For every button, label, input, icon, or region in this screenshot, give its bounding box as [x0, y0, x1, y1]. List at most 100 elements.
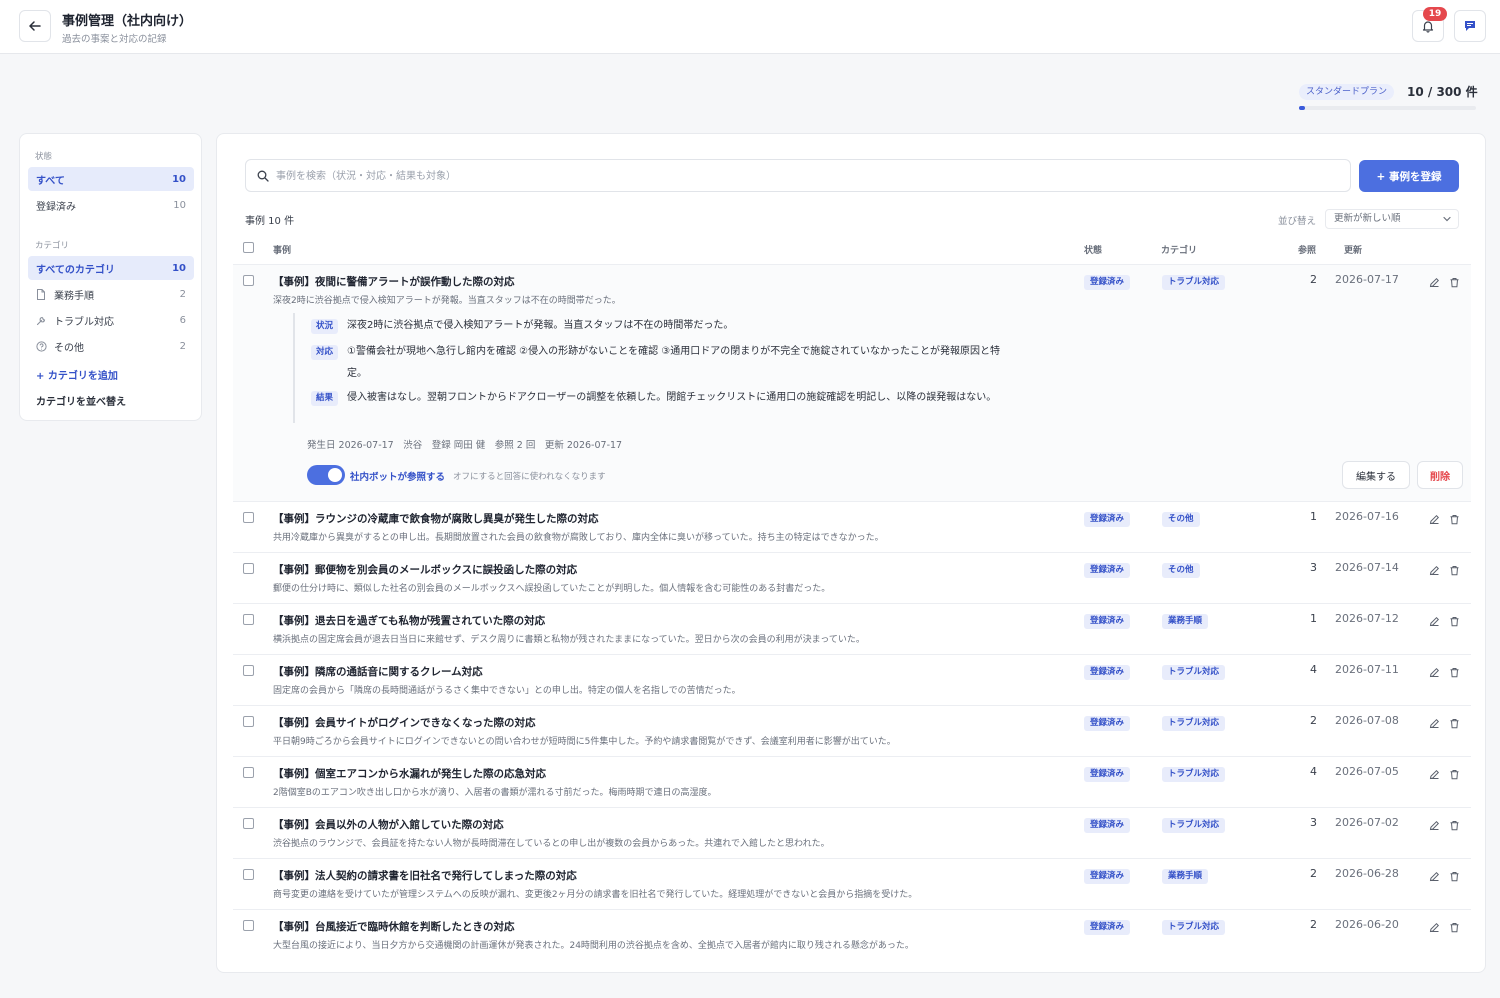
- delete-row-button[interactable]: [1447, 716, 1461, 730]
- pencil-icon: [1429, 565, 1439, 575]
- row-checkbox[interactable]: [243, 275, 254, 286]
- delete-row-button[interactable]: [1447, 818, 1461, 832]
- table-row[interactable]: 【事例】個室エアコンから水漏れが発生した際の応急対応 2階個室Bのエアコン吹き出…: [233, 756, 1471, 807]
- trash-icon: [1450, 277, 1458, 287]
- case-title[interactable]: 【事例】会員以外の人物が入館していた際の対応: [273, 817, 504, 832]
- delete-row-button[interactable]: [1447, 869, 1461, 883]
- chat-button[interactable]: [1454, 10, 1486, 42]
- category-filter-label: 業務手順: [54, 290, 94, 302]
- bell-icon: [1422, 21, 1434, 33]
- table-row[interactable]: 【事例】法人契約の請求書を旧社名で発行してしまった際の対応 商号変更の連絡を受け…: [233, 858, 1471, 909]
- row-checkbox[interactable]: [243, 869, 254, 880]
- case-title[interactable]: 【事例】法人契約の請求書を旧社名で発行してしまった際の対応: [273, 868, 577, 883]
- category-filter-label: トラブル対応: [54, 316, 114, 328]
- case-title[interactable]: 【事例】退去日を過ぎても私物が残置されていた際の対応: [273, 613, 545, 628]
- ref-count: 4: [1310, 765, 1317, 778]
- sort-select[interactable]: 更新が新しい順: [1325, 209, 1459, 229]
- delete-row-button[interactable]: [1447, 614, 1461, 628]
- trash-icon: [1450, 616, 1458, 626]
- sort-categories-link[interactable]: カテゴリを並べ替え: [36, 393, 126, 408]
- case-title[interactable]: 【事例】夜間に警備アラートが誤作動した際の対応: [273, 274, 515, 289]
- delete-row-button[interactable]: [1447, 512, 1461, 526]
- case-title[interactable]: 【事例】会員サイトがログインできなくなった際の対応: [273, 715, 536, 730]
- row-checkbox[interactable]: [243, 512, 254, 523]
- edit-row-button[interactable]: [1427, 512, 1441, 526]
- table-row[interactable]: 【事例】退去日を過ぎても私物が残置されていた際の対応 横浜拠点の固定席会員が退去…: [233, 603, 1471, 654]
- table-row[interactable]: 【事例】夜間に警備アラートが誤作動した際の対応 深夜2時に渋谷拠点で侵入検知アラ…: [233, 264, 1471, 501]
- sort-select-value: 更新が新しい順: [1334, 213, 1401, 224]
- delete-row-button[interactable]: [1447, 920, 1461, 934]
- table-row[interactable]: 【事例】ラウンジの冷蔵庫で飲食物が腐敗し異臭が発生した際の対応 共用冷蔵庫から異…: [233, 501, 1471, 552]
- search-input[interactable]: [276, 166, 1336, 186]
- edit-row-button[interactable]: [1427, 767, 1441, 781]
- ref-count: 2: [1310, 867, 1317, 880]
- case-title[interactable]: 【事例】ラウンジの冷蔵庫で飲食物が腐敗し異臭が発生した際の対応: [273, 511, 599, 526]
- add-case-button[interactable]: + 事例を登録: [1359, 160, 1459, 192]
- delete-row-button[interactable]: [1447, 275, 1461, 289]
- bot-reference-toggle[interactable]: [307, 465, 345, 485]
- case-title[interactable]: 【事例】隣席の通話音に関するクレーム対応: [273, 664, 483, 679]
- row-checkbox[interactable]: [243, 665, 254, 676]
- edit-row-button[interactable]: [1427, 563, 1441, 577]
- case-summary: 2階個室Bのエアコン吹き出し口から水が滴り、入居者の書類が濡れる寸前だった。梅雨…: [273, 788, 717, 798]
- edit-row-button[interactable]: [1427, 665, 1441, 679]
- delete-row-button[interactable]: [1447, 767, 1461, 781]
- table-row[interactable]: 【事例】会員サイトがログインできなくなった際の対応 平日朝9時ごろから会員サイト…: [233, 705, 1471, 756]
- table-row[interactable]: 【事例】台風接近で臨時休館を判断したときの対応 大型台風の接近により、当日夕方か…: [233, 909, 1471, 960]
- status-filter-label: 登録済み: [36, 201, 76, 213]
- row-checkbox[interactable]: [243, 767, 254, 778]
- row-checkbox[interactable]: [243, 920, 254, 931]
- response-tag: 対応: [311, 345, 339, 360]
- status-filter-registered[interactable]: 登録済み 10: [28, 193, 194, 217]
- edit-row-button[interactable]: [1427, 275, 1441, 289]
- edit-row-button[interactable]: [1427, 920, 1441, 934]
- row-checkbox[interactable]: [243, 563, 254, 574]
- back-button[interactable]: [19, 10, 51, 42]
- category-filter-count: 2: [179, 288, 186, 300]
- category-badge: 業務手順: [1162, 869, 1209, 884]
- category-filter-other[interactable]: その他 2: [28, 334, 194, 358]
- add-category-link[interactable]: + カテゴリを追加: [36, 367, 118, 382]
- case-summary: 深夜2時に渋谷拠点で侵入検知アラートが発報。当直スタッフは不在の時間帯だった。: [273, 296, 621, 306]
- result-text: 侵入被害はなし。翌朝フロントからドアクローザーの調整を依頼した。閉館チェックリス…: [347, 392, 997, 403]
- edit-row-button[interactable]: [1427, 614, 1441, 628]
- edit-row-button[interactable]: [1427, 818, 1441, 832]
- case-title[interactable]: 【事例】郵便物を別会員のメールボックスに誤投函した際の対応: [273, 562, 577, 577]
- updated-date: 2026-07-14: [1335, 561, 1399, 574]
- delete-row-button[interactable]: [1447, 563, 1461, 577]
- table-row[interactable]: 【事例】郵便物を別会員のメールボックスに誤投函した際の対応 郵便の仕分け時に、類…: [233, 552, 1471, 603]
- category-filter-all[interactable]: すべてのカテゴリ 10: [28, 256, 194, 280]
- delete-row-button[interactable]: [1447, 665, 1461, 679]
- edit-row-button[interactable]: [1427, 869, 1441, 883]
- pencil-icon: [1429, 616, 1439, 626]
- plan-usage-bar-fill: [1299, 106, 1305, 110]
- row-checkbox[interactable]: [243, 818, 254, 829]
- notification-badge: 19: [1423, 7, 1447, 21]
- row-checkbox[interactable]: [243, 614, 254, 625]
- pencil-icon: [1429, 769, 1439, 779]
- ref-count: 4: [1310, 663, 1317, 676]
- table-row[interactable]: 【事例】会員以外の人物が入館していた際の対応 渋谷拠点のラウンジで、会員証を持た…: [233, 807, 1471, 858]
- updated-date: 2026-07-02: [1335, 816, 1399, 829]
- select-all-checkbox[interactable]: [243, 242, 254, 253]
- category-filter-procedure[interactable]: 業務手順 2: [28, 282, 194, 306]
- table-row[interactable]: 【事例】隣席の通話音に関するクレーム対応 固定席の会員から「隣席の長時間通話がう…: [233, 654, 1471, 705]
- status-filter-all[interactable]: すべて 10: [28, 167, 194, 191]
- delete-case-button[interactable]: 削除: [1417, 461, 1463, 489]
- status-filter-count: 10: [173, 199, 186, 211]
- row-checkbox[interactable]: [243, 716, 254, 727]
- case-title[interactable]: 【事例】個室エアコンから水漏れが発生した際の応急対応: [273, 766, 546, 781]
- status-badge: 登録済み: [1084, 716, 1131, 731]
- case-title[interactable]: 【事例】台風接近で臨時休館を判断したときの対応: [273, 919, 515, 934]
- edit-row-button[interactable]: [1427, 716, 1441, 730]
- pencil-icon: [1429, 667, 1439, 677]
- plan-usage: 10 / 300 件: [1407, 85, 1478, 99]
- category-filter-trouble[interactable]: トラブル対応 6: [28, 308, 194, 332]
- sort-label: 並び替え: [1278, 216, 1317, 227]
- pencil-icon: [1429, 277, 1439, 287]
- ref-count: 1: [1310, 612, 1317, 625]
- edit-case-button[interactable]: 編集する: [1342, 461, 1410, 489]
- category-filter-count: 2: [179, 340, 186, 352]
- search-icon: [257, 170, 269, 182]
- updated-date: 2026-07-11: [1335, 663, 1399, 676]
